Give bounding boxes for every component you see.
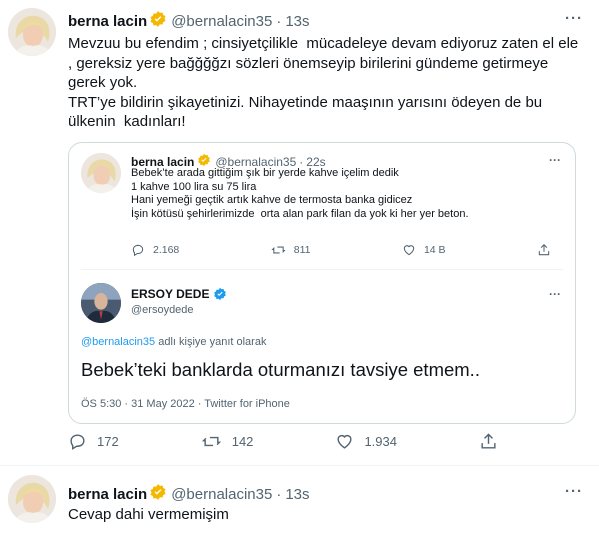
quoted-tweet-text: Bebek’te arada gittiğim şık bir yerde ka… (131, 167, 561, 221)
replying-mention: @bernalacin35 (81, 336, 156, 348)
reply-icon (70, 434, 85, 450)
like-icon (337, 434, 352, 449)
quoted-avatar (81, 153, 121, 193)
quoted-reply: 2.168 (131, 243, 179, 257)
like-count: 1.934 (364, 434, 397, 449)
attached-image[interactable]: berna lacin @bernalacin35 · 22s ··· Bebe… (68, 142, 576, 424)
tweet-time[interactable]: 13s (285, 486, 309, 503)
share-button[interactable] (479, 432, 498, 451)
author-name[interactable]: berna lacin (68, 13, 147, 30)
replying-to: @bernalacin35 adlı kişiye yanıt olarak (81, 336, 266, 348)
tweet-text-body: Mevzuu bu efendim ; cinsiyetçilikle müca… (68, 35, 579, 130)
reply-count: 172 (97, 434, 119, 449)
quoted-tweet-body: Bebek’te arada gittiğim şık bir yerde ka… (131, 167, 469, 220)
quoted-reply-count: 2.168 (153, 244, 180, 256)
tweet-text: Cevap dahi vermemişim (68, 505, 584, 525)
more-icon[interactable]: ··· (565, 10, 583, 27)
tweet-text-body: Cevap dahi vermemişim (68, 506, 229, 523)
gold-badge-icon (149, 483, 167, 505)
tweet-reply[interactable]: berna lacin @bernalacin35 · 13s ··· Ceva… (0, 467, 599, 534)
reply-text: Bebek’teki banklarda oturmanızı tavsiye … (81, 359, 480, 380)
author-name[interactable]: berna lacin (68, 486, 147, 503)
quoted-like: 14 B (402, 243, 446, 257)
divider (81, 269, 563, 270)
separator-dot: · (276, 485, 282, 503)
like-icon (403, 245, 415, 256)
reply-author-name-text: ERSOY DEDE (131, 287, 210, 301)
replying-suffix: adlı kişiye yanıt olarak (155, 336, 267, 348)
avatar[interactable] (8, 8, 56, 56)
like-button[interactable]: 1.934 (335, 432, 397, 451)
verified-badge-icon (214, 287, 227, 301)
retweet-count: 142 (231, 434, 254, 449)
quoted-share (537, 243, 551, 257)
more-icon[interactable]: ··· (565, 483, 583, 500)
share-icon (538, 244, 550, 256)
reply-avatar (81, 283, 121, 323)
tweet-header: berna lacin @bernalacin35 · 13s (68, 10, 310, 32)
retweet-icon (271, 246, 286, 254)
share-icon (481, 433, 496, 449)
reply-more-icon: ··· (549, 287, 561, 301)
action-bar: 172 142 1.934 (68, 432, 498, 451)
separator-dot: · (276, 12, 282, 30)
quoted-more-icon: ··· (549, 153, 561, 167)
quoted-retweet: 811 (271, 243, 311, 257)
quoted-retweet-count: 811 (293, 244, 311, 256)
quoted-action-bar: 2.168 811 14 B (131, 243, 551, 257)
retweet-icon (201, 436, 221, 447)
reply-meta: ÖS 5:30 · 31 May 2022 · Twitter for iPho… (81, 398, 290, 410)
reply-author-name: ERSOY DEDE (131, 287, 227, 301)
tweet-main[interactable]: berna lacin @bernalacin35 · 13s ··· Mevz… (0, 0, 599, 466)
reply-author-handle: @ersoydede (131, 304, 194, 316)
gold-badge-icon (149, 10, 167, 32)
retweet-button[interactable]: 142 (201, 432, 254, 451)
avatar[interactable] (8, 475, 56, 523)
reply-button[interactable]: 172 (68, 432, 119, 451)
tweet-text: Mevzuu bu efendim ; cinsiyetçilikle müca… (68, 34, 584, 132)
author-handle[interactable]: @bernalacin35 (171, 486, 272, 503)
quoted-like-count: 14 B (423, 244, 446, 256)
tweet-time[interactable]: 13s (285, 13, 309, 30)
tweet-header: berna lacin @bernalacin35 · 13s (68, 483, 310, 505)
author-handle[interactable]: @bernalacin35 (171, 13, 272, 30)
reply-icon (132, 244, 144, 257)
